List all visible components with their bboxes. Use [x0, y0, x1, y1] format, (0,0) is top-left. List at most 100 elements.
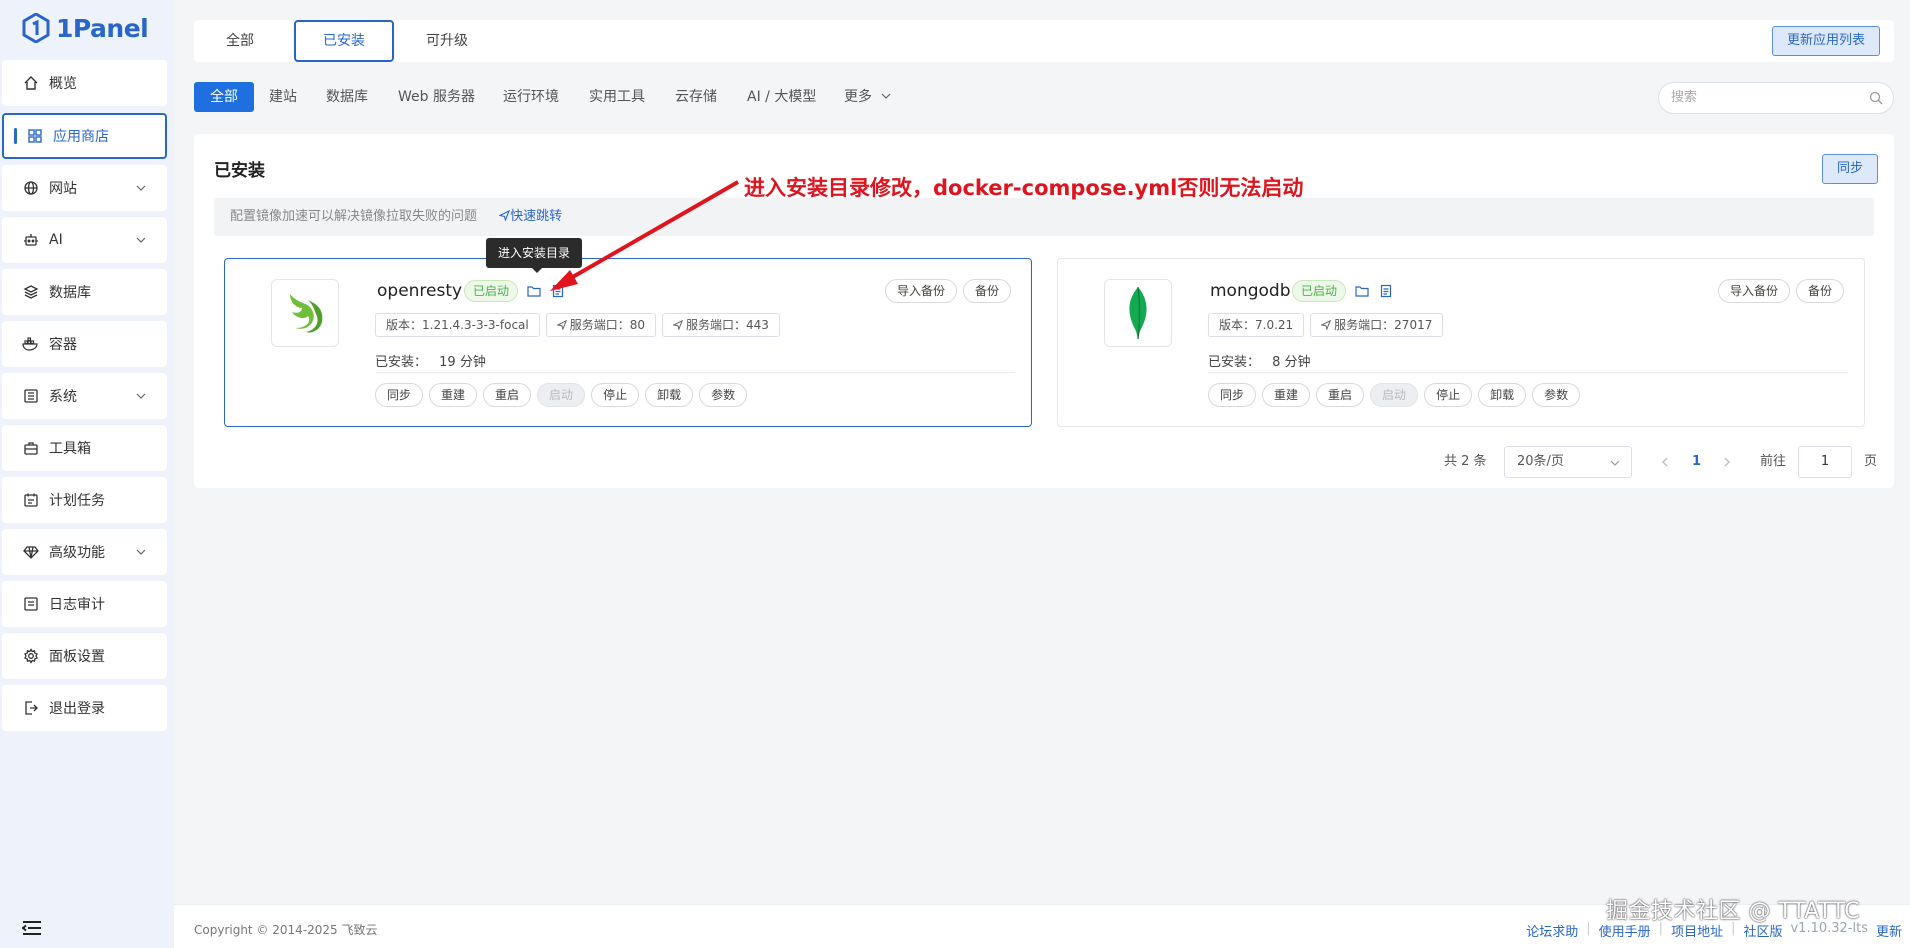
- sidebar-item-label: 高级功能: [49, 545, 105, 561]
- backup-button[interactable]: 备份: [1795, 279, 1844, 303]
- sidebar-item-label: AI: [49, 232, 63, 248]
- sidebar-item-log-audit[interactable]: 日志审计: [2, 581, 167, 627]
- sync-button[interactable]: 同步: [1821, 154, 1878, 184]
- tab-all[interactable]: 全部: [210, 20, 270, 62]
- sidebar-item-label: 工具箱: [49, 441, 91, 457]
- installed-duration: 已安装： 19 分钟: [375, 351, 486, 370]
- sidebar-item-label: 容器: [49, 337, 77, 353]
- log-icon: [22, 595, 40, 613]
- filter-database[interactable]: 数据库: [326, 82, 368, 112]
- collapse-menu-icon[interactable]: [22, 920, 42, 936]
- filter-more-label: 更多: [844, 89, 872, 105]
- app-info-pills: 版本：1.21.4.3-3-3-focal 服务端口：80 服务端口：443: [375, 313, 780, 337]
- port-label: 服务端口：443: [686, 318, 769, 332]
- tab-installed[interactable]: 已安装: [294, 20, 394, 62]
- home-icon: [22, 74, 40, 92]
- send-icon: [498, 209, 511, 222]
- page-title: 已安装: [214, 161, 265, 181]
- document-icon[interactable]: [1379, 284, 1393, 298]
- annotation-arrow: [550, 180, 739, 291]
- app-card-mongodb[interactable]: mongodb 已启动 导入备份 备份 版本：7.0.21 服务端口：27017…: [1057, 258, 1865, 427]
- chevron-down-icon: [1610, 460, 1620, 466]
- forum-link[interactable]: 论坛求助: [1526, 921, 1578, 940]
- filter-utility[interactable]: 实用工具: [589, 82, 645, 112]
- port-pill[interactable]: 服务端口：27017: [1310, 313, 1444, 337]
- search-input[interactable]: 搜索: [1658, 82, 1894, 114]
- sidebar-item-system[interactable]: 系统: [2, 373, 167, 419]
- sidebar-item-container[interactable]: 容器: [2, 321, 167, 367]
- sidebar-item-settings[interactable]: 面板设置: [2, 633, 167, 679]
- uninstall-button[interactable]: 卸载: [1478, 383, 1527, 407]
- filter-web-server[interactable]: Web 服务器: [398, 82, 475, 112]
- card-divider: [1208, 372, 1848, 373]
- filter-website[interactable]: 建站: [269, 82, 297, 112]
- stop-button[interactable]: 停止: [1424, 383, 1473, 407]
- sidebar-item-ai[interactable]: AI: [2, 217, 167, 263]
- sync-app-button[interactable]: 同步: [375, 383, 424, 407]
- card-top-buttons: 导入备份 备份: [1717, 279, 1844, 303]
- sync-app-button[interactable]: 同步: [1208, 383, 1257, 407]
- filter-storage[interactable]: 云存储: [675, 82, 717, 112]
- restart-button[interactable]: 重启: [483, 383, 532, 407]
- version-pill: 版本：1.21.4.3-3-3-focal: [375, 313, 540, 337]
- sidebar-item-website[interactable]: 网站: [2, 165, 167, 211]
- port-pill[interactable]: 服务端口：80: [545, 313, 657, 337]
- filter-more[interactable]: 更多: [844, 82, 892, 112]
- start-button[interactable]: 启动: [1370, 383, 1419, 407]
- sidebar-item-toolbox[interactable]: 工具箱: [2, 425, 167, 471]
- filter-all[interactable]: 全部: [194, 82, 254, 112]
- globe-icon: [22, 179, 40, 197]
- restart-button[interactable]: 重启: [1316, 383, 1365, 407]
- port-label: 服务端口：80: [569, 318, 646, 332]
- mirror-notice: 配置镜像加速可以解决镜像拉取失败的问题 快速跳转: [214, 198, 1874, 236]
- sidebar-item-cron[interactable]: 计划任务: [2, 477, 167, 523]
- params-button[interactable]: 参数: [1532, 383, 1581, 407]
- search-placeholder: 搜索: [1671, 90, 1698, 105]
- rebuild-button[interactable]: 重建: [429, 383, 478, 407]
- toolbox-icon: [22, 439, 40, 457]
- rebuild-button[interactable]: 重建: [1262, 383, 1311, 407]
- page-number-current[interactable]: 1: [1692, 446, 1701, 478]
- brand-logo[interactable]: 1Panel: [22, 12, 149, 44]
- app-name: mongodb: [1210, 281, 1291, 301]
- status-badge: 已启动: [1292, 280, 1347, 302]
- uninstall-button[interactable]: 卸载: [645, 383, 694, 407]
- refresh-app-list-button[interactable]: 更新应用列表: [1771, 26, 1880, 56]
- sidebar-item-appstore[interactable]: 应用商店: [2, 113, 167, 159]
- category-filter-row: 全部 建站 数据库 Web 服务器 运行环境 实用工具 云存储 AI / 大模型…: [194, 82, 1894, 114]
- installed-duration: 已安装： 8 分钟: [1208, 351, 1311, 370]
- goto-page-input[interactable]: 1: [1798, 446, 1852, 478]
- sidebar-item-label: 网站: [49, 181, 77, 197]
- filter-runtime[interactable]: 运行环境: [503, 82, 559, 112]
- import-backup-button[interactable]: 导入备份: [1717, 279, 1790, 303]
- stop-button[interactable]: 停止: [591, 383, 640, 407]
- mongodb-leaf-icon: [1129, 286, 1147, 340]
- tab-upgradable[interactable]: 可升级: [412, 20, 482, 62]
- sidebar-item-database[interactable]: 数据库: [2, 269, 167, 315]
- next-page-icon[interactable]: [1722, 456, 1732, 468]
- backup-button[interactable]: 备份: [962, 279, 1011, 303]
- update-link[interactable]: 更新: [1876, 921, 1902, 940]
- mongodb-logo: [1104, 279, 1172, 347]
- sidebar: 1Panel 概览 应用商店 网站 AI 数据库 容器 系统 工具箱 计划任务 …: [0, 0, 174, 948]
- card-divider: [375, 372, 1015, 373]
- import-backup-button[interactable]: 导入备份: [884, 279, 957, 303]
- filter-ai[interactable]: AI / 大模型: [747, 82, 816, 112]
- openresty-logo-icon: [290, 294, 323, 333]
- port-pill[interactable]: 服务端口：443: [662, 313, 780, 337]
- port-label: 服务端口：27017: [1334, 318, 1433, 332]
- start-button[interactable]: 启动: [537, 383, 586, 407]
- page-suffix: 页: [1864, 454, 1878, 469]
- page-size-select[interactable]: 20条/页: [1504, 446, 1632, 478]
- sidebar-item-overview[interactable]: 概览: [2, 60, 167, 106]
- copyright-text: Copyright © 2014-2025 飞致云: [194, 923, 378, 937]
- sidebar-item-logout[interactable]: 退出登录: [2, 685, 167, 731]
- watermark: 掘金技术社区 @ TTATTC: [1606, 899, 1861, 924]
- sidebar-item-advanced[interactable]: 高级功能: [2, 529, 167, 575]
- params-button[interactable]: 参数: [699, 383, 748, 407]
- diamond-icon: [22, 543, 40, 561]
- prev-page-icon[interactable]: [1660, 456, 1670, 468]
- robot-icon: [22, 231, 40, 249]
- sidebar-item-label: 退出登录: [49, 701, 105, 717]
- folder-icon[interactable]: [1355, 284, 1369, 298]
